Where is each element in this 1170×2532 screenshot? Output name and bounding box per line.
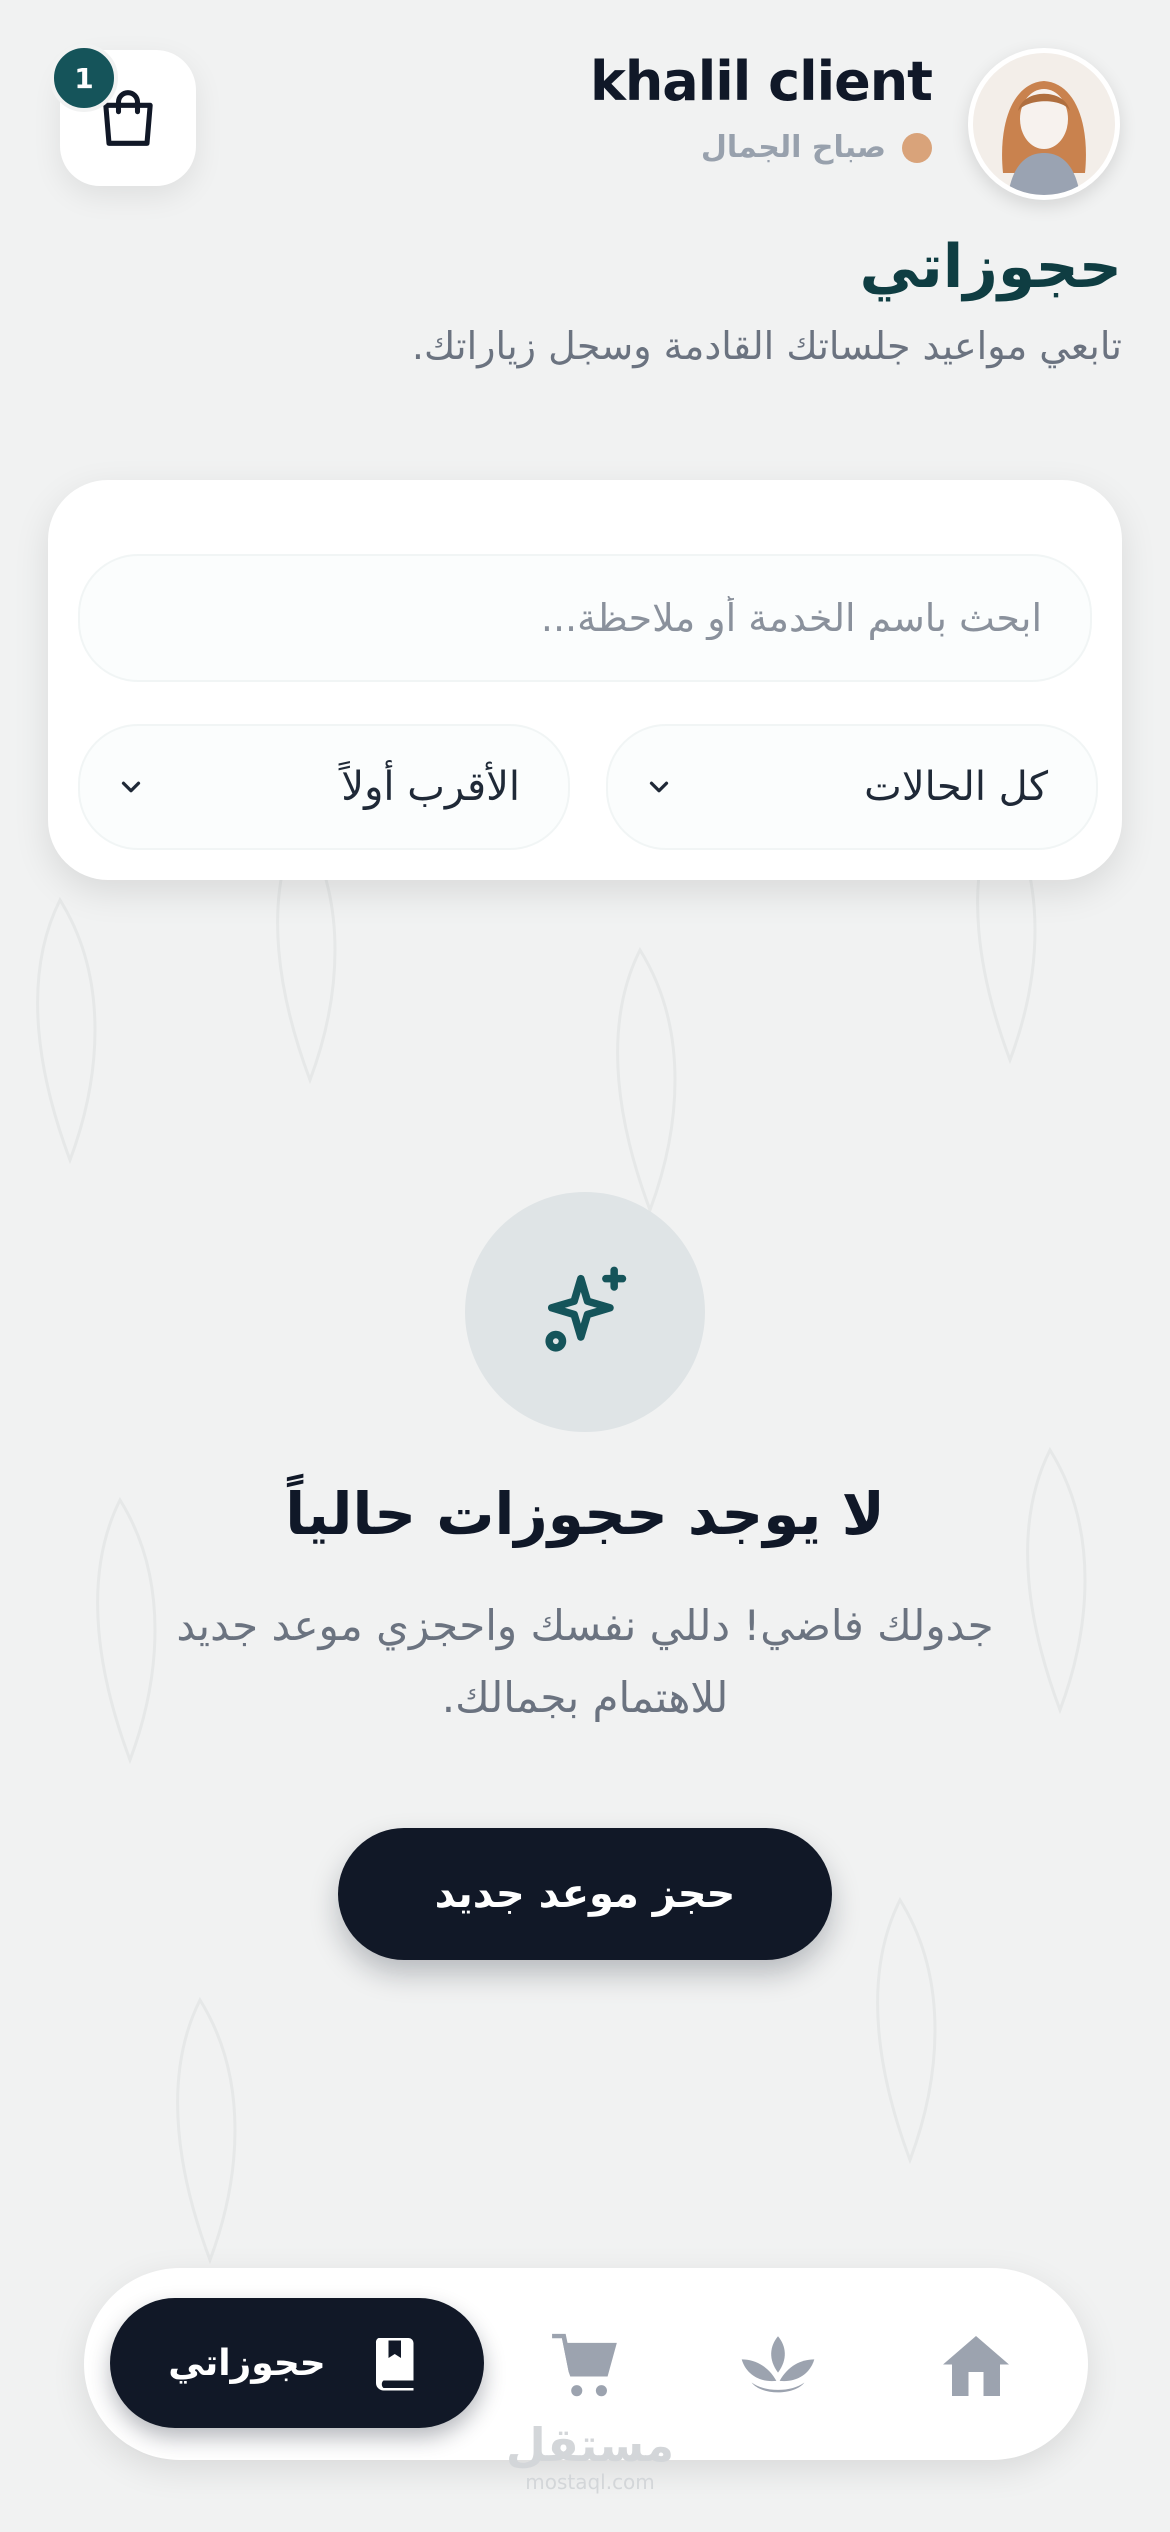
avatar[interactable] xyxy=(968,48,1120,200)
search-input[interactable] xyxy=(78,554,1092,682)
bookings-icon xyxy=(375,2338,414,2391)
greeting-text: صباح الجمال xyxy=(700,130,886,165)
cart-count-badge: 1 xyxy=(50,44,118,112)
greeting-row: صباح الجمال xyxy=(701,130,932,165)
page-subtitle: تابعي مواعيد جلساتك القادمة وسجل زياراتك… xyxy=(411,324,1122,368)
book-new-appointment-button[interactable]: حجز موعد جديد xyxy=(338,1828,832,1960)
empty-state-title: لا يوجد حجوزات حالياً xyxy=(285,1480,885,1548)
filter-card: كل الحالات الأقرب أولاً xyxy=(48,480,1122,880)
home-icon xyxy=(943,2336,1009,2396)
watermark: مستقل mostaql.com xyxy=(505,2420,675,2494)
nav-item-services[interactable] xyxy=(738,2326,818,2406)
nav-item-home[interactable] xyxy=(936,2326,1016,2406)
empty-state-text: جدولك فاضي! دللي نفسك واحجزي موعد جديد ل… xyxy=(176,1601,994,1722)
watermark-text: مستقل xyxy=(505,2418,675,2472)
sparkles-icon xyxy=(545,1266,627,1352)
cart-icon xyxy=(552,2333,617,2397)
nav-item-bookings[interactable]: حجوزاتي xyxy=(110,2298,484,2428)
user-avatar-icon xyxy=(973,53,1115,195)
nav-item-cart[interactable] xyxy=(546,2326,626,2406)
sort-value: الأقرب أولاً xyxy=(341,764,520,810)
user-name: khalil client xyxy=(589,50,933,113)
status-dot xyxy=(902,132,932,163)
chevron-down-icon xyxy=(649,781,669,793)
lotus-icon xyxy=(741,2336,815,2393)
page-title: حجوزاتي xyxy=(859,232,1122,302)
nav-item-bookings-label: حجوزاتي xyxy=(168,2342,326,2384)
sort-select[interactable]: الأقرب أولاً xyxy=(78,724,570,850)
empty-state-icon-circle xyxy=(465,1192,705,1432)
chevron-down-icon xyxy=(121,781,141,793)
watermark-subtext: mostaql.com xyxy=(525,2470,655,2494)
status-filter-value: كل الحالات xyxy=(864,764,1048,810)
status-filter-select[interactable]: كل الحالات xyxy=(606,724,1098,850)
